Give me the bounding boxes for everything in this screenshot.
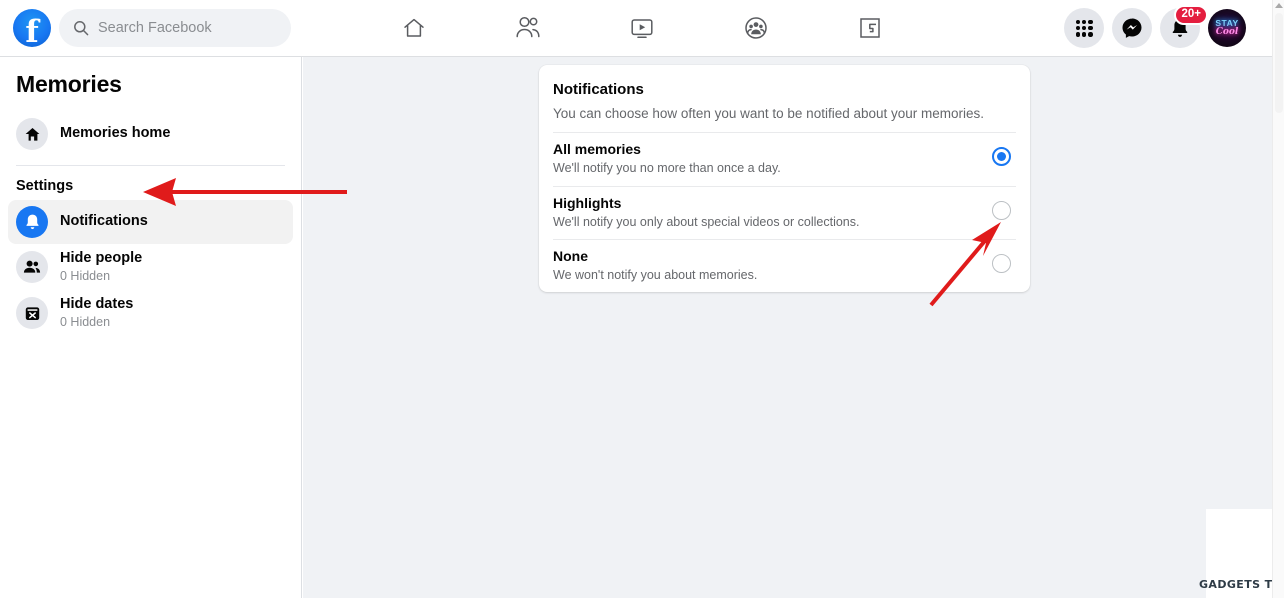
scroll-up-arrow-icon[interactable] — [1275, 3, 1283, 8]
sidebar-item-text: Hide people 0 Hidden — [60, 249, 142, 284]
nav-groups-button[interactable] — [714, 4, 798, 52]
page-scrollbar[interactable] — [1272, 0, 1284, 598]
card-description: You can choose how often you want to be … — [553, 106, 985, 121]
sidebar-item-label: Memories home — [60, 125, 171, 142]
nav-gaming-button[interactable] — [828, 4, 912, 52]
option-text: None We won't notify you about memories. — [553, 247, 992, 284]
sidebar-item-hide-people[interactable]: Hide people 0 Hidden — [8, 244, 293, 290]
bell-icon — [16, 206, 48, 238]
search-icon — [74, 21, 89, 36]
notifications-settings-card: Notifications You can choose how often y… — [539, 65, 1030, 293]
facebook-logo-letter: f — [25, 14, 39, 50]
sidebar-item-notifications[interactable]: Notifications — [8, 200, 293, 244]
sidebar-item-sublabel: 0 Hidden — [60, 268, 111, 283]
option-text: All memories We'll notify you no more th… — [553, 140, 992, 177]
gaming-icon — [860, 18, 880, 38]
option-label: All memories — [553, 141, 641, 158]
search-bar[interactable]: Search Facebook — [59, 9, 291, 47]
calendar-x-icon — [16, 297, 48, 329]
topbar-nav-group — [372, 0, 912, 56]
sidebar-item-label: Hide dates — [60, 296, 134, 313]
people-icon — [16, 251, 48, 283]
sidebar-item-sublabel: 0 Hidden — [60, 314, 111, 329]
groups-icon — [745, 17, 767, 39]
messenger-button[interactable] — [1112, 8, 1152, 48]
sidebar-item-hide-dates[interactable]: Hide dates 0 Hidden — [8, 290, 293, 336]
menu-grid-button[interactable] — [1064, 8, 1104, 48]
option-text: Highlights We'll notify you only about s… — [553, 194, 992, 231]
card-title: Notifications — [553, 81, 644, 98]
option-sublabel: We'll notify you only about special vide… — [553, 214, 860, 229]
page-title: Memories — [16, 71, 122, 97]
sidebar-item-memories-home[interactable]: Memories home — [8, 112, 293, 156]
watch-video-icon — [631, 19, 653, 38]
nav-friends-button[interactable] — [486, 4, 570, 52]
radio-highlights[interactable] — [992, 200, 1011, 220]
home-icon — [404, 18, 424, 37]
search-input-placeholder: Search Facebook — [98, 20, 212, 36]
nav-home-button[interactable] — [372, 4, 456, 52]
topbar-right-group: 20+ STAY Cool — [1064, 0, 1246, 56]
memories-sidebar: Memories Memories home Settings Notifica… — [0, 57, 302, 598]
sidebar-settings-items: Notifications Hide people 0 Hidden Hide … — [8, 200, 293, 336]
facebook-logo-icon[interactable]: f — [13, 9, 51, 50]
option-highlights[interactable]: Highlights We'll notify you only about s… — [553, 185, 1016, 239]
avatar-text-line2: Cool — [1215, 27, 1239, 38]
option-all-memories[interactable]: All memories We'll notify you no more th… — [553, 132, 1016, 185]
avatar-text-line1: STAY — [1215, 17, 1239, 28]
menu-grid-icon — [1075, 19, 1093, 37]
main-content-area: Notifications You can choose how often y… — [303, 57, 1272, 598]
nav-watch-button[interactable] — [600, 4, 684, 52]
profile-avatar[interactable]: STAY Cool — [1208, 9, 1246, 47]
friends-icon — [516, 16, 540, 38]
option-sublabel: We'll notify you no more than once a day… — [553, 161, 781, 176]
radio-none[interactable] — [992, 254, 1011, 273]
scrollbar-thumb[interactable] — [1275, 13, 1283, 113]
sidebar-settings-heading: Settings — [16, 178, 74, 194]
home-icon — [16, 118, 48, 150]
sidebar-item-label: Hide people — [60, 250, 143, 267]
notifications-button[interactable]: 20+ — [1160, 5, 1208, 48]
notifications-badge: 20+ — [1174, 5, 1208, 26]
top-navigation-bar: f Search Facebook 20+ STAY Cool — [0, 0, 1272, 57]
sidebar-item-text: Hide dates 0 Hidden — [60, 295, 133, 330]
sidebar-item-label: Notifications — [60, 213, 148, 230]
messenger-icon — [1122, 18, 1142, 38]
radio-all-memories[interactable] — [992, 147, 1011, 167]
topbar-left-group: f Search Facebook — [0, 9, 291, 50]
option-sublabel: We won't notify you about memories. — [553, 267, 758, 282]
option-none[interactable]: None We won't notify you about memories. — [553, 239, 1016, 292]
option-label: None — [553, 248, 588, 264]
option-label: Highlights — [553, 194, 622, 211]
facebook-memories-settings-page: f Search Facebook 20+ STAY Cool Memories… — [0, 0, 1284, 598]
